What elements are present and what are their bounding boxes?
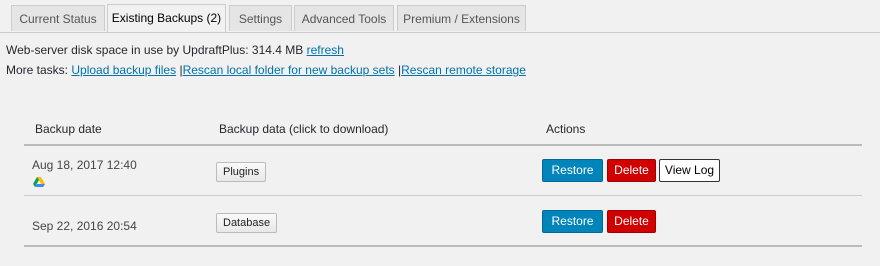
restore-button[interactable]: Restore bbox=[542, 159, 603, 182]
header-backup-date: Backup date bbox=[35, 122, 102, 136]
download-database-button[interactable]: Database bbox=[216, 213, 278, 233]
table-bottom-rule bbox=[24, 245, 862, 247]
more-tasks-line: More tasks: Upload backup files |Rescan … bbox=[6, 63, 526, 77]
disk-space-value: 314.4 MB bbox=[251, 43, 304, 57]
refresh-link[interactable]: refresh bbox=[307, 43, 344, 57]
delete-button[interactable]: Delete bbox=[607, 159, 656, 182]
restore-button[interactable]: Restore bbox=[542, 210, 603, 233]
rescan-remote-link[interactable]: Rescan remote storage bbox=[401, 63, 526, 77]
header-rule bbox=[24, 144, 862, 146]
rescan-local-link[interactable]: Rescan local folder for new backup sets bbox=[183, 63, 395, 77]
header-backup-data: Backup data (click to download) bbox=[219, 122, 389, 136]
backup-date: Aug 18, 2017 12:40 bbox=[32, 158, 137, 172]
row-divider bbox=[24, 195, 862, 196]
tab-existing-backups[interactable]: Existing Backups (2) bbox=[107, 4, 226, 32]
tab-bar: Current Status Existing Backups (2) Sett… bbox=[0, 0, 880, 33]
view-log-button[interactable]: View Log bbox=[659, 159, 720, 182]
tab-premium-extensions[interactable]: Premium / Extensions bbox=[397, 5, 526, 31]
backup-date: Sep 22, 2016 20:54 bbox=[32, 219, 137, 233]
disk-space-line: Web-server disk space in use by UpdraftP… bbox=[6, 43, 344, 57]
download-plugins-button[interactable]: Plugins bbox=[216, 162, 267, 182]
google-drive-icon bbox=[33, 177, 45, 187]
tab-current-status[interactable]: Current Status bbox=[11, 5, 105, 31]
header-actions: Actions bbox=[546, 122, 586, 136]
tab-advanced-tools[interactable]: Advanced Tools bbox=[294, 5, 394, 31]
tab-settings[interactable]: Settings bbox=[229, 5, 292, 31]
delete-button[interactable]: Delete bbox=[607, 210, 656, 233]
disk-space-label: Web-server disk space in use by UpdraftP… bbox=[6, 43, 249, 57]
upload-backup-files-link[interactable]: Upload backup files bbox=[71, 63, 176, 77]
more-tasks-label: More tasks: bbox=[6, 63, 69, 77]
